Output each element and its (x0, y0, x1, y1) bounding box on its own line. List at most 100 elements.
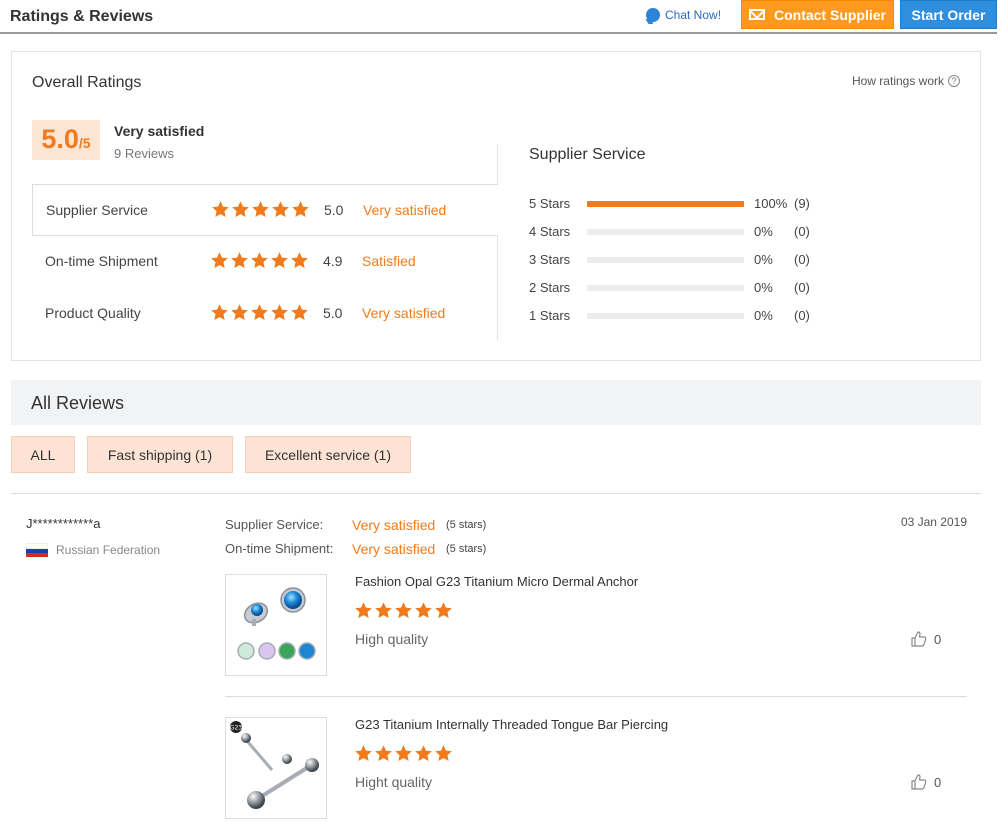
star-icon (415, 745, 432, 762)
star-icon (271, 304, 288, 321)
reviewer-country: Russian Federation (26, 543, 160, 557)
product-image-tongue-bar[interactable]: G23 (225, 717, 327, 819)
breakdown-label: 4 Stars (529, 224, 571, 239)
breakdown-label: 5 Stars (529, 196, 571, 211)
metric-text: Very satisfied (363, 202, 447, 218)
breakdown-percent: 0% (754, 252, 773, 267)
star-icon (251, 252, 268, 269)
envelope-icon (748, 9, 765, 20)
review-count: 9 Reviews (114, 146, 174, 161)
flag-icon (26, 543, 48, 557)
overall-ratings-panel: Overall Ratings How ratings work ? 5.0 /… (11, 51, 981, 361)
meta-note: (5 stars) (446, 543, 487, 555)
metric-stars (211, 200, 310, 219)
overall-score-badge: 5.0 /5 (32, 120, 100, 160)
question-icon: ? (948, 75, 960, 87)
all-reviews-title: All Reviews (31, 393, 125, 413)
breakdown-bar (587, 257, 744, 263)
page-title: Ratings & Reviews (10, 8, 154, 25)
chat-now-label: Chat Now! (665, 8, 722, 22)
star-icon (212, 201, 229, 218)
star-icon (355, 745, 372, 762)
divider (11, 493, 981, 494)
chat-icon (646, 8, 660, 22)
filter-all-button[interactable]: ALL (11, 436, 75, 473)
metric-stars (210, 251, 309, 270)
filter-excellent-service-button[interactable]: Excellent service (1) (245, 436, 411, 473)
star-icon (231, 304, 248, 321)
metric-row-product-quality[interactable]: Product Quality 5.0 Very satisfied (32, 288, 498, 340)
star-icon (211, 252, 228, 269)
breakdown-count: (0) (794, 224, 810, 239)
meta-label: On-time Shipment: (225, 541, 334, 556)
breakdown-count: (9) (794, 196, 810, 211)
star-icon (292, 201, 309, 218)
metric-name: Supplier Service (46, 202, 148, 218)
star-icon (415, 602, 432, 619)
star-icon (252, 201, 269, 218)
breakdown-bar (587, 229, 744, 235)
breakdown-bar-fill (587, 201, 744, 207)
breakdown-count: (0) (794, 280, 810, 295)
overall-score: 5.0 (41, 124, 79, 154)
star-icon (232, 201, 249, 218)
product-title[interactable]: Fashion Opal G23 Titanium Micro Dermal A… (355, 574, 638, 589)
start-order-button[interactable]: Start Order (900, 0, 997, 29)
metric-row-on-time-shipment[interactable]: On-time Shipment 4.9 Satisfied (32, 236, 498, 288)
breakdown-label: 3 Stars (529, 252, 571, 267)
star-icon (272, 201, 289, 218)
star-icon (355, 602, 372, 619)
star-icon (395, 602, 412, 619)
like-count: 0 (934, 774, 942, 790)
metric-name: Product Quality (45, 305, 141, 321)
breakdown-label: 2 Stars (529, 280, 571, 295)
all-reviews-header: All Reviews (11, 380, 981, 425)
star-icon (211, 304, 228, 321)
meta-label: Supplier Service: (225, 517, 324, 532)
metric-score: 4.9 (323, 253, 343, 269)
review-on-time-shipment: On-time Shipment: Very satisfied (5 star… (225, 541, 486, 557)
product-stars (354, 601, 453, 620)
star-icon (291, 252, 308, 269)
metric-score: 5.0 (323, 305, 343, 321)
product-stars (354, 744, 453, 763)
product-comment: Hight quality (355, 774, 433, 790)
meta-value: Very satisfied (352, 517, 436, 533)
product-image-dermal-anchor[interactable] (225, 574, 327, 676)
review-date: 03 Jan 2019 (900, 515, 967, 529)
review-supplier-service: Supplier Service: Very satisfied (5 star… (225, 517, 486, 533)
filter-fast-shipping-button[interactable]: Fast shipping (1) (87, 436, 233, 473)
how-ratings-work-link[interactable]: How ratings work ? (852, 74, 960, 88)
chat-now-link[interactable]: Chat Now! (646, 7, 721, 23)
how-ratings-label: How ratings work (851, 74, 944, 88)
star-icon (395, 745, 412, 762)
svg-text:G23: G23 (230, 725, 242, 732)
breakdown-count: (0) (794, 308, 810, 323)
like-button[interactable]: 0 (910, 630, 941, 648)
meta-value: Very satisfied (352, 541, 436, 557)
star-icon (435, 602, 452, 619)
metric-text: Very satisfied (362, 305, 446, 321)
star-icon (271, 252, 288, 269)
product-title[interactable]: G23 Titanium Internally Threaded Tongue … (355, 717, 668, 732)
thumbs-up-icon (911, 631, 927, 647)
breakdown-count: (0) (794, 252, 810, 267)
page-header: Ratings & Reviews Chat Now! Contact Supp… (0, 0, 997, 34)
like-button[interactable]: 0 (910, 773, 941, 791)
product-comment: High quality (355, 631, 429, 647)
star-icon (435, 745, 452, 762)
breakdown-row-4: 4 Stars 0% (0) (529, 223, 949, 241)
star-icon (251, 304, 268, 321)
contact-supplier-button[interactable]: Contact Supplier (741, 0, 894, 29)
reviewer-name: J************a (26, 516, 101, 531)
breakdown-percent: 100% (754, 196, 788, 211)
meta-note: (5 stars) (446, 519, 487, 531)
breakdown-row-5: 5 Stars 100% (9) (529, 195, 949, 213)
breakdown-bar (587, 285, 744, 291)
star-icon (375, 745, 392, 762)
overall-score-max: /5 (78, 135, 91, 151)
star-icon (291, 304, 308, 321)
metric-row-supplier-service[interactable]: Supplier Service 5.0 Very satisfied (32, 184, 498, 236)
breakdown-title: Supplier Service (529, 146, 646, 163)
breakdown-row-1: 1 Stars 0% (0) (529, 307, 949, 325)
